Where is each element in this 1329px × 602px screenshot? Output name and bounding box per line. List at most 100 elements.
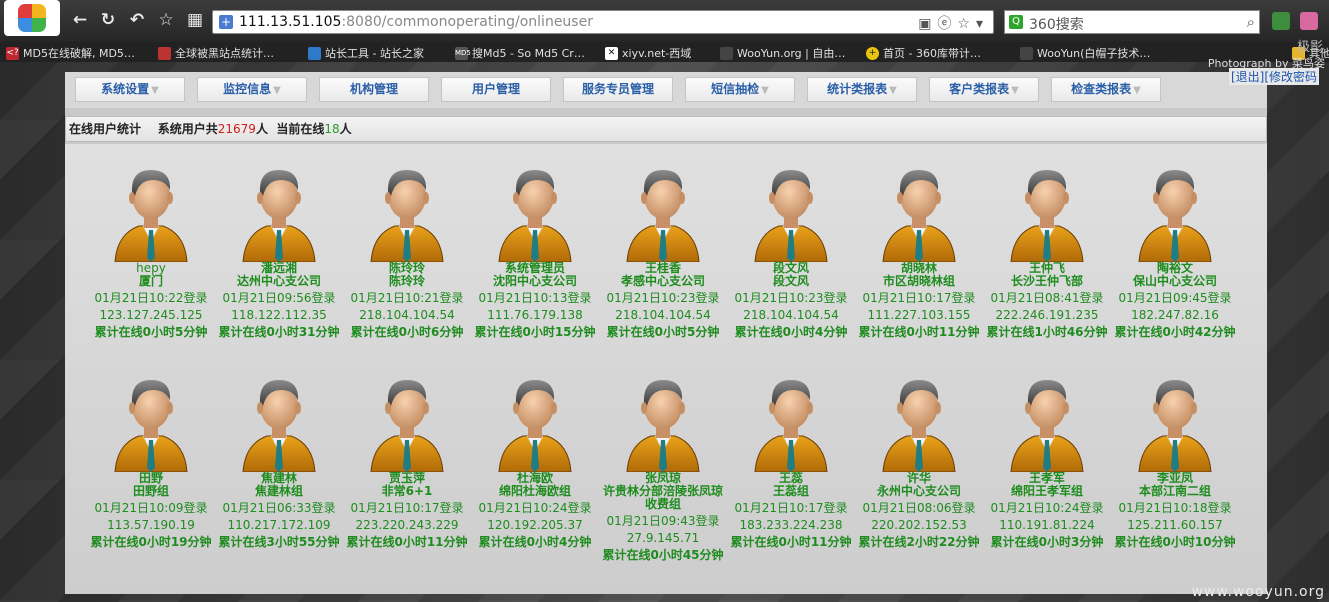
online-stats-bar: 在线用户统计 系统用户共21679人 当前在线18人: [65, 116, 1267, 142]
user-online-duration: 累计在线0小时4分钟: [478, 535, 592, 549]
url-actions-icon[interactable]: ▣ⓔ☆▾: [918, 13, 989, 33]
extension-pink-icon[interactable]: [1300, 12, 1318, 30]
user-avatar-icon: [882, 380, 956, 472]
user-login-time: 01月21日10:13登录: [478, 291, 592, 305]
user-org: 厦门: [138, 274, 163, 288]
user-org: 田野组: [132, 484, 169, 498]
browser-logo-icon[interactable]: [4, 0, 60, 36]
bookmark-item[interactable]: <? MD5在线破解, MD5…: [6, 45, 135, 61]
user-login-time: 01月21日09:45登录: [1118, 291, 1232, 305]
search-input[interactable]: 360搜索: [1029, 14, 1084, 34]
user-org: 孝感中心支公司: [620, 274, 705, 288]
online-user-card: hepy 厦门 01月21日10:22登录 123.127.245.125 累计在线0小…: [87, 162, 215, 340]
menu-sms-check[interactable]: 短信抽检 ▼: [685, 77, 795, 102]
user-login-time: 01月21日10:23登录: [734, 291, 848, 305]
menu-system-settings[interactable]: 系统设置 ▼: [75, 77, 185, 102]
user-online-duration: 累计在线0小时31分钟: [218, 325, 340, 339]
menu-service-staff[interactable]: 服务专员管理: [563, 77, 673, 102]
menu-check-reports[interactable]: 检查类报表 ▼: [1051, 77, 1161, 102]
user-login-time: 01月21日10:24登录: [990, 501, 1104, 515]
user-ip: 222.246.191.235: [995, 308, 1099, 322]
address-bar[interactable]: + 111.13.51.105:8080/commonoperating/onl…: [212, 10, 994, 34]
user-ip: 111.76.179.138: [487, 308, 583, 322]
user-org: 陈玲玲: [388, 274, 425, 288]
user-login-time: 01月21日08:06登录: [862, 501, 976, 515]
dropdown-arrow-icon: ▼: [889, 85, 897, 96]
menu-monitor-info[interactable]: 监控信息 ▼: [197, 77, 307, 102]
user-avatar-icon: [1010, 170, 1084, 262]
user-avatar-icon: [1010, 380, 1084, 472]
search-box[interactable]: Q 360搜索 ⌕: [1004, 10, 1260, 34]
add-tab-icon[interactable]: +: [219, 15, 233, 29]
user-online-duration: 累计在线0小时11分钟: [346, 535, 468, 549]
user-org: 许贵林分部涪陵张凤琼收费组: [602, 484, 723, 511]
online-user-card: 系统管理员 沈阳中心支公司 01月21日10:13登录 111.76.179.138 累…: [471, 162, 599, 340]
logout-link[interactable]: [退出]: [1231, 70, 1264, 84]
user-ip: 111.227.103.155: [867, 308, 971, 322]
bookmark-item[interactable]: + 首页 - 360库带计…: [866, 45, 981, 61]
bookmark-item[interactable]: MD5 搜Md5 - So Md5 Cr…: [455, 45, 585, 61]
user-online-duration: 累计在线0小时11分钟: [858, 325, 980, 339]
user-login-time: 01月21日10:24登录: [478, 501, 592, 515]
search-engine-icon[interactable]: Q: [1009, 15, 1023, 29]
total-user-count: 21679: [217, 122, 256, 136]
user-online-duration: 累计在线0小时5分钟: [606, 325, 720, 339]
bookmark-item[interactable]: WooYun(白帽子技术…: [1020, 45, 1150, 61]
back-icon[interactable]: ←: [70, 10, 90, 30]
extension-icon[interactable]: [1272, 12, 1290, 30]
menu-org-management[interactable]: 机构管理: [319, 77, 429, 102]
reload-icon[interactable]: ↻: [98, 10, 118, 30]
online-user-card: 段文风 段文风 01月21日10:23登录 218.104.104.54 累计在线0小时…: [727, 162, 855, 340]
online-user-card: 许华 永州中心支公司 01月21日08:06登录 220.202.152.53 累计在线…: [855, 372, 983, 550]
undo-icon[interactable]: ↶: [127, 10, 147, 30]
bookmarks-bar: <? MD5在线破解, MD5… 全球被黑站点统计… 站长工具 - 站长之家 MD…: [0, 42, 1329, 62]
user-login-time: 01月21日09:43登录: [606, 514, 720, 528]
user-ip: 110.217.172.109: [227, 518, 331, 532]
user-avatar-icon: [498, 170, 572, 262]
user-login-time: 01月21日10:22登录: [94, 291, 208, 305]
user-login-time: 01月21日10:17登录: [862, 291, 976, 305]
user-online-duration: 累计在线0小时19分钟: [90, 535, 212, 549]
user-org: 焦建林组: [254, 484, 303, 498]
user-ip: 183.233.224.238: [739, 518, 843, 532]
online-user-card: 王仲飞 长沙王仲飞部 01月21日08:41登录 222.246.191.235 累计在…: [983, 162, 1111, 340]
user-avatar-icon: [114, 380, 188, 472]
menu-stats-reports[interactable]: 统计类报表 ▼: [807, 77, 917, 102]
user-ip: 120.192.205.37: [487, 518, 583, 532]
menu-customer-reports[interactable]: 客户类报表 ▼: [929, 77, 1039, 102]
online-user-card: 张凤琼 许贵林分部涪陵张凤琼收费组 01月21日09:43登录 27.9.145.71…: [599, 372, 727, 563]
bookmark-icon: [308, 46, 321, 60]
online-user-card: 王孝军 绵阳王孝军组 01月21日10:24登录 110.191.81.224 累计在线…: [983, 372, 1111, 550]
dropdown-arrow-icon: ▼: [151, 85, 159, 96]
search-icon[interactable]: ⌕: [1247, 13, 1255, 31]
bookmark-icon: [720, 46, 733, 60]
apps-grid-icon[interactable]: ▦: [185, 10, 205, 30]
bookmark-item[interactable]: WooYun.org | 自由…: [720, 45, 845, 61]
user-avatar-icon: [370, 380, 444, 472]
bookmark-item[interactable]: ✕ xiyv.net-西域: [605, 45, 691, 61]
md5-icon: <?: [6, 46, 19, 60]
user-login-time: 01月21日10:09登录: [94, 501, 208, 515]
url-text[interactable]: 111.13.51.105:8080/commonoperating/onlin…: [239, 14, 593, 30]
user-avatar-icon: [754, 380, 828, 472]
online-user-card: 陶裕文 保山中心支公司 01月21日09:45登录 182.247.82.16 累计在线…: [1111, 162, 1239, 340]
user-login-time: 01月21日06:33登录: [222, 501, 336, 515]
user-org: 永州中心支公司: [876, 484, 961, 498]
star-icon[interactable]: ☆: [156, 10, 176, 30]
user-ip: 223.220.243.229: [355, 518, 459, 532]
user-online-duration: 累计在线0小时10分钟: [1114, 535, 1236, 549]
user-org: 段文风: [772, 274, 809, 288]
dropdown-arrow-icon: ▼: [761, 85, 769, 96]
user-avatar-icon: [1138, 380, 1212, 472]
user-login-time: 01月21日10:17登录: [350, 501, 464, 515]
user-online-duration: 累计在线0小时42分钟: [1114, 325, 1236, 339]
user-online-duration: 累计在线0小时5分钟: [94, 325, 208, 339]
bookmark-item[interactable]: 站长工具 - 站长之家: [308, 45, 424, 61]
menu-user-management[interactable]: 用户管理: [441, 77, 551, 102]
bookmark-item[interactable]: 全球被黑站点统计…: [158, 45, 274, 61]
online-user-card: 王蕊 王蕊组 01月21日10:17登录 183.233.224.238 累计在线0小时…: [727, 372, 855, 550]
dropdown-arrow-icon: ▼: [273, 85, 281, 96]
change-password-link[interactable]: [修改密码: [1264, 70, 1317, 84]
user-avatar-icon: [370, 170, 444, 262]
user-ip: 218.104.104.54: [359, 308, 455, 322]
